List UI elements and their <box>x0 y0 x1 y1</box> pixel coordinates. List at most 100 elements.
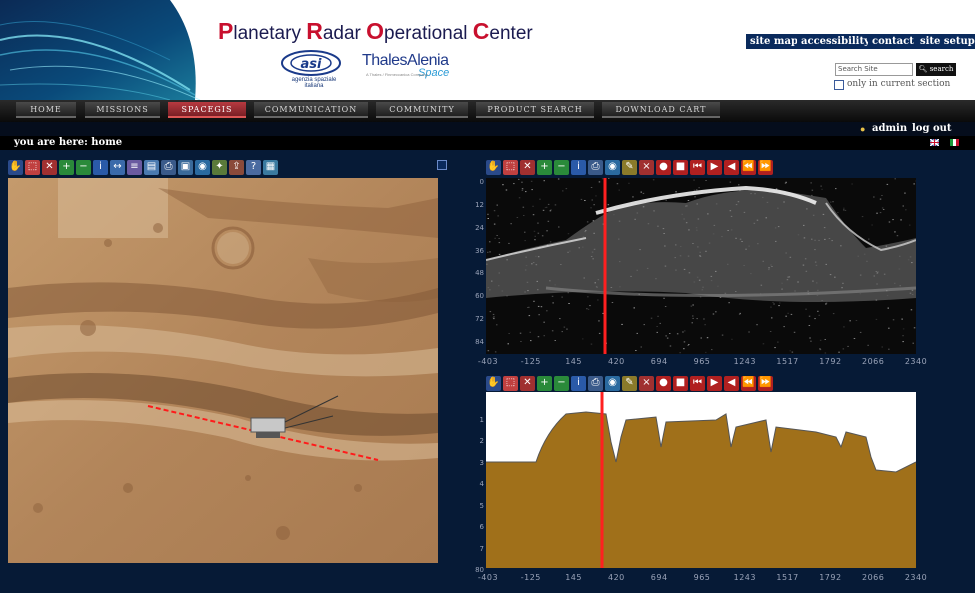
query-icon[interactable]: ? <box>246 159 261 175</box>
next-icon[interactable]: ▶ <box>707 159 722 175</box>
header: Planetary Radar Operational Center asi a… <box>0 0 975 100</box>
logout-link[interactable]: log out <box>912 123 952 134</box>
pan-icon[interactable]: ✋ <box>8 159 23 175</box>
close-icon[interactable]: × <box>639 159 654 175</box>
zoom-out-icon[interactable]: − <box>554 159 569 175</box>
main-nav: HOME MISSIONS SPACEGIS COMMUNICATION COM… <box>0 100 975 122</box>
layers-icon[interactable]: ≡ <box>127 159 142 175</box>
zoom-box-icon[interactable]: ⬚ <box>25 159 40 175</box>
y-tick-label: 4 <box>479 480 484 489</box>
stop-icon[interactable]: ■ <box>673 375 688 391</box>
radargram-toolbar: ✋ ⬚ ✕ + − i ⎙ ◉ ✎ × ● ■ ⏮ ▶ ◀ ⏪ ⏩ <box>486 159 773 175</box>
zoom-in-icon[interactable]: + <box>59 159 74 175</box>
clear-icon[interactable]: ✕ <box>520 159 535 175</box>
next-icon[interactable]: ▶ <box>707 375 722 391</box>
table-icon[interactable]: ▦ <box>263 159 278 175</box>
accessibility-link[interactable]: accessibility <box>797 34 874 49</box>
close-icon[interactable]: × <box>639 375 654 391</box>
collapse-icon[interactable] <box>437 160 447 170</box>
x-tick-label: 145 <box>565 357 582 366</box>
x-tick-label: 1243 <box>733 357 756 366</box>
edit-icon[interactable]: ✎ <box>622 375 637 391</box>
search-input[interactable]: Search Site <box>835 63 913 76</box>
radargram-image <box>486 178 916 354</box>
title-part: lanetary <box>233 23 307 44</box>
site-setup-link[interactable]: site setup <box>916 34 975 49</box>
tab-communication[interactable]: COMMUNICATION <box>254 102 368 118</box>
admin-link[interactable]: admin <box>872 123 907 134</box>
print-icon[interactable]: ⎙ <box>161 159 176 175</box>
zoom-out-icon[interactable]: − <box>554 375 569 391</box>
breadcrumb-bar: you are here: home <box>0 136 975 150</box>
record-icon[interactable]: ● <box>656 159 671 175</box>
tab-download-cart[interactable]: DOWNLOAD CART <box>602 102 720 118</box>
title-part: perational <box>384 23 473 44</box>
zoom-in-icon[interactable]: + <box>537 375 552 391</box>
contact-link[interactable]: contact <box>868 34 918 49</box>
y-tick-label: 60 <box>475 292 484 301</box>
stop-icon[interactable]: ■ <box>673 159 688 175</box>
forward-icon[interactable]: ⏩ <box>758 375 773 391</box>
tab-community[interactable]: COMMUNITY <box>376 102 468 118</box>
identify-icon[interactable]: i <box>93 159 108 175</box>
thales-tagline: A Thales / Finmeccanica Company <box>366 72 428 77</box>
pan-icon[interactable]: ✋ <box>486 375 501 391</box>
y-tick-label: 24 <box>475 223 484 232</box>
uk-flag-icon[interactable] <box>930 139 939 146</box>
record-icon[interactable]: ● <box>656 375 671 391</box>
search-button-label: search <box>929 65 954 73</box>
x-tick-label: 2340 <box>904 573 928 582</box>
first-icon[interactable]: ⏮ <box>690 159 705 175</box>
prev-icon[interactable]: ◀ <box>724 375 739 391</box>
x-tick-label: -125 <box>520 573 541 582</box>
header-swoosh-graphic <box>0 0 220 100</box>
identify-icon[interactable]: i <box>571 159 586 175</box>
tab-missions[interactable]: MISSIONS <box>85 102 160 118</box>
tab-product-search[interactable]: PRODUCT SEARCH <box>476 102 594 118</box>
measure-icon[interactable]: ↔ <box>110 159 125 175</box>
y-tick-label: 0 <box>479 178 484 186</box>
export-icon[interactable]: ⇪ <box>229 159 244 175</box>
legend-icon[interactable]: ▤ <box>144 159 159 175</box>
forward-icon[interactable]: ⏩ <box>758 159 773 175</box>
zoom-in-icon[interactable]: + <box>537 159 552 175</box>
identify-icon[interactable]: i <box>571 375 586 391</box>
elevation-profile-view[interactable] <box>486 392 916 568</box>
rewind-icon[interactable]: ⏪ <box>741 159 756 175</box>
zoom-box-icon[interactable]: ⬚ <box>503 159 518 175</box>
globe-icon[interactable]: ◉ <box>605 159 620 175</box>
y-tick-label: 12 <box>475 200 484 209</box>
x-tick-label: 2340 <box>904 357 928 366</box>
site-map-link[interactable]: site map <box>746 34 802 49</box>
search-button[interactable]: 🔍︎ search <box>916 63 956 76</box>
breadcrumb: you are here: home <box>14 137 123 148</box>
globe-icon[interactable]: ◉ <box>195 159 210 175</box>
x-tick-label: 420 <box>608 357 625 366</box>
y-tick-label: 72 <box>475 315 484 324</box>
asi-subtitle: agenzia spaziale italiana <box>291 77 337 89</box>
pan-icon[interactable]: ✋ <box>486 159 501 175</box>
print-icon[interactable]: ⎙ <box>588 375 603 391</box>
clear-icon[interactable]: ✕ <box>520 375 535 391</box>
save-icon[interactable]: ▣ <box>178 159 193 175</box>
first-icon[interactable]: ⏮ <box>690 375 705 391</box>
mars-map[interactable] <box>8 178 438 563</box>
svg-text:asi: asi <box>301 57 323 72</box>
rewind-icon[interactable]: ⏪ <box>741 375 756 391</box>
globe-icon[interactable]: ◉ <box>605 375 620 391</box>
current-section-checkbox[interactable] <box>834 80 844 90</box>
mars-terrain-image <box>8 178 438 563</box>
zoom-out-icon[interactable]: − <box>76 159 91 175</box>
print-icon[interactable]: ⎙ <box>588 159 603 175</box>
satellite-icon[interactable]: ✦ <box>212 159 227 175</box>
page: Planetary Radar Operational Center asi a… <box>0 0 975 593</box>
zoom-box-icon[interactable]: ⬚ <box>503 375 518 391</box>
radargram-view[interactable] <box>486 178 916 354</box>
edit-icon[interactable]: ✎ <box>622 159 637 175</box>
prev-icon[interactable]: ◀ <box>724 159 739 175</box>
user-icon: ● <box>860 124 866 134</box>
tab-spacegis[interactable]: SPACEGIS <box>168 102 246 118</box>
italy-flag-icon[interactable] <box>950 139 959 146</box>
clear-icon[interactable]: ✕ <box>42 159 57 175</box>
tab-home[interactable]: HOME <box>16 102 76 118</box>
